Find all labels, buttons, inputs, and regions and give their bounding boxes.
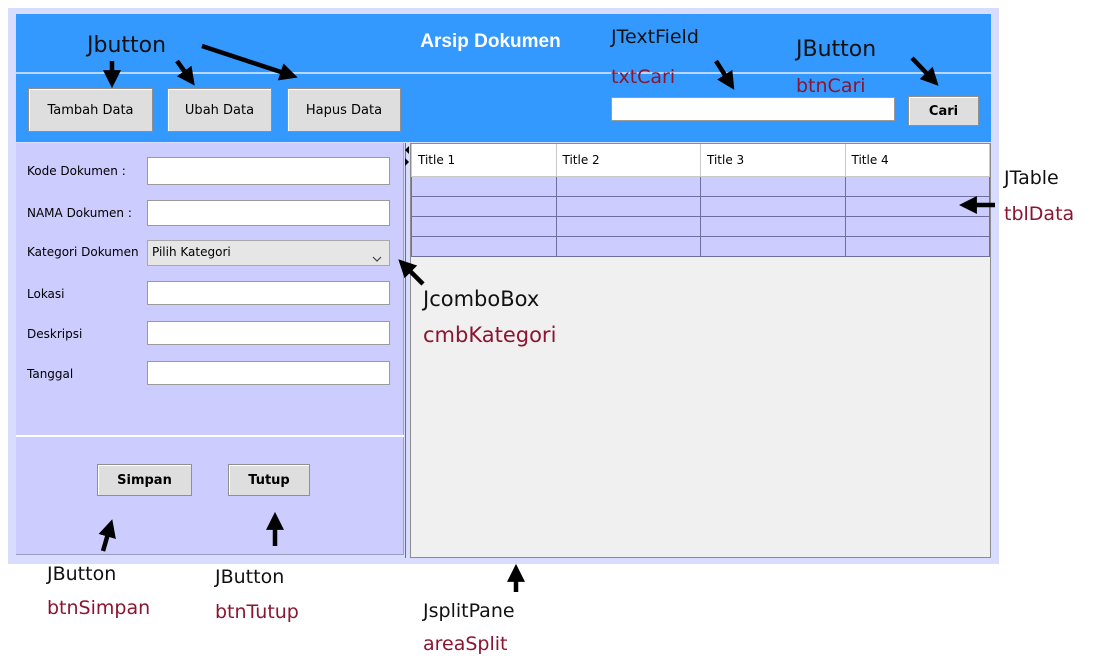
arrow-icon	[98, 43, 995, 592]
annotation-arrows	[98, 43, 995, 592]
